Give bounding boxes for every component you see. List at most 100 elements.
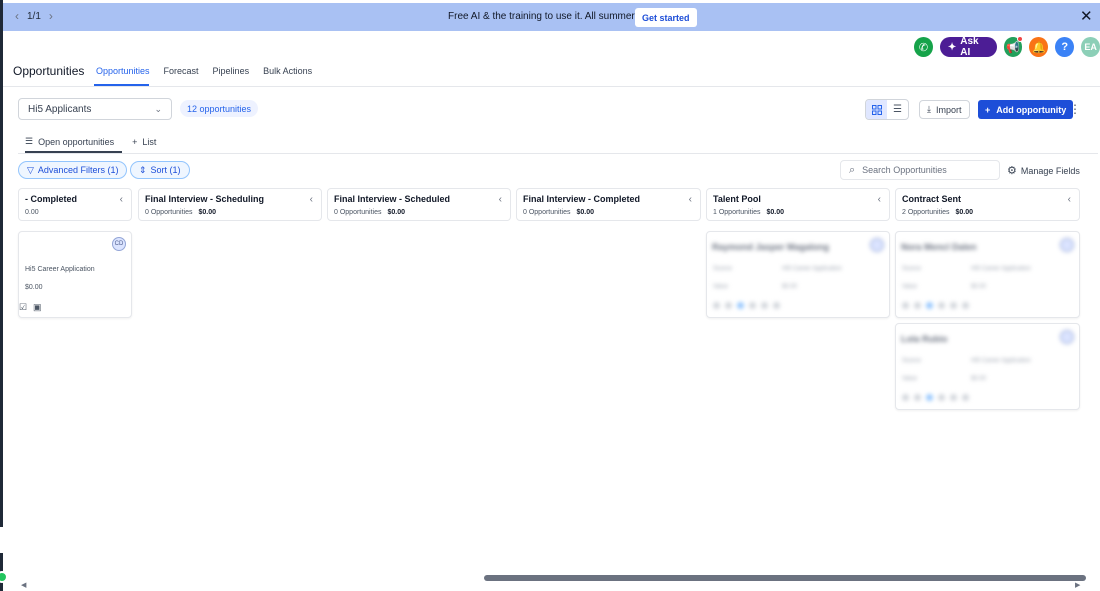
divider: [18, 153, 1098, 154]
ask-ai-button[interactable]: ✦ Ask AI: [939, 36, 997, 58]
stage-count: 1 Opportunities: [713, 209, 761, 216]
search-input[interactable]: ⌕ Search Opportunities: [840, 160, 1000, 180]
get-started-button[interactable]: Get started: [635, 8, 697, 27]
search-icon: ⌕: [849, 163, 856, 176]
sort-button[interactable]: ⇕ Sort (1): [130, 161, 190, 179]
tab-open-opportunities[interactable]: ☰ Open opportunities: [25, 136, 114, 147]
advanced-filters-button[interactable]: ▽ Advanced Filters (1): [18, 161, 128, 179]
collapse-icon[interactable]: ‹: [499, 194, 502, 205]
avatar: CD: [112, 237, 126, 251]
page-tabs: Opportunities Forecast Pipelines Bulk Ac…: [96, 66, 312, 76]
stage-title: Final Interview - Completed: [523, 194, 641, 204]
phone-icon[interactable]: ✆: [914, 37, 933, 57]
add-opportunity-label: Add opportunity: [996, 104, 1067, 115]
plus-icon: +: [132, 136, 138, 147]
stage-amount: $0.00: [766, 209, 785, 216]
open-opportunities-label: Open opportunities: [38, 136, 115, 147]
stage-amount: $0.00: [576, 209, 595, 216]
stage-column-header[interactable]: - Completed 0.00 ‹: [18, 188, 132, 221]
chevron-left-icon[interactable]: ‹: [15, 9, 19, 23]
banner-pager-text: 1/1: [27, 10, 41, 22]
tab-pipelines[interactable]: Pipelines: [213, 66, 250, 76]
help-icon[interactable]: ?: [1055, 37, 1075, 57]
stage-title: Talent Pool: [713, 194, 761, 204]
chevron-right-icon[interactable]: ›: [49, 9, 53, 23]
filter-icon: ▽: [27, 164, 34, 175]
tab-forecast[interactable]: Forecast: [164, 66, 199, 76]
more-options-icon[interactable]: ⋮: [1069, 102, 1081, 116]
tab-bulk-actions[interactable]: Bulk Actions: [263, 66, 312, 76]
tab-opportunities[interactable]: Opportunities: [96, 66, 150, 76]
opportunity-card[interactable]: Lola Rubio Source Hi5 Career Application…: [895, 323, 1080, 410]
stage-column-header[interactable]: Contract Sent 2 Opportunities $0.00 ‹: [895, 188, 1080, 221]
sparkle-icon: ✦: [947, 41, 957, 53]
search-placeholder: Search Opportunities: [862, 165, 947, 175]
stage-count: 0 Opportunities: [334, 209, 382, 216]
opportunity-card[interactable]: Nora Mencl Dalen Source Hi5 Career Appli…: [895, 231, 1080, 318]
promo-banner: ‹ 1/1 › Free AI & the training to use it…: [3, 3, 1100, 31]
sort-label: Sort (1): [150, 165, 181, 175]
stage-title: Final Interview - Scheduled: [334, 194, 451, 204]
banner-message: Free AI & the training to use it. All su…: [448, 11, 660, 22]
manage-fields-button[interactable]: ⚙ Manage Fields: [1007, 164, 1080, 177]
sort-icon: ⇕: [139, 164, 147, 175]
add-opportunity-button[interactable]: + Add opportunity: [978, 100, 1074, 119]
opportunity-card[interactable]: CD Hi5 Career Application $0.00 ☑ ▣: [18, 231, 132, 318]
stage-count: 2 Opportunities: [902, 209, 950, 216]
list-label: List: [142, 136, 157, 147]
stage-amount: $0.00: [955, 209, 974, 216]
import-label: Import: [935, 104, 962, 115]
gear-icon: ⚙: [1007, 165, 1017, 177]
ask-ai-label: Ask AI: [960, 36, 979, 58]
collapse-icon[interactable]: ‹: [689, 194, 692, 205]
card-source: Hi5 Career Application: [25, 266, 95, 273]
advanced-filters-label: Advanced Filters (1): [37, 165, 119, 175]
horizontal-scrollbar[interactable]: [484, 575, 1086, 581]
megaphone-icon[interactable]: 📢: [1003, 36, 1024, 57]
avatar[interactable]: EA: [1081, 37, 1100, 57]
divider: [3, 86, 1100, 87]
stage-count: 0 Opportunities: [523, 209, 571, 216]
page-title: Opportunities: [13, 64, 85, 78]
calendar-icon[interactable]: ▣: [33, 302, 42, 313]
grid-view-icon[interactable]: [866, 100, 887, 119]
collapse-icon[interactable]: ‹: [878, 194, 881, 205]
header-actions: ✆ ✦ Ask AI 📢 🔔 ? EA: [914, 36, 1100, 58]
plus-icon: +: [985, 104, 991, 115]
checkbox-icon[interactable]: ☑: [19, 302, 27, 313]
add-list-tab[interactable]: + List: [132, 136, 156, 147]
card-contact-name: Lola Rubio: [901, 334, 948, 344]
stage-title: - Completed: [25, 194, 78, 204]
collapse-icon[interactable]: ‹: [120, 194, 123, 205]
card-contact-name: Raymond Jasper Magalong: [712, 242, 830, 252]
pipeline-select[interactable]: Hi5 Applicants ⌄: [18, 98, 172, 120]
stage-amount: 0.00: [25, 209, 39, 216]
stage-column-header[interactable]: Final Interview - Scheduled 0 Opportunit…: [327, 188, 511, 221]
collapse-icon[interactable]: ‹: [1068, 194, 1071, 205]
opportunity-count-badge: 12 opportunities: [180, 100, 259, 117]
stage-title: Final Interview - Scheduling: [145, 194, 265, 204]
close-icon[interactable]: ✕: [1080, 7, 1093, 25]
import-button[interactable]: ⤓ Import: [919, 100, 970, 119]
bell-icon[interactable]: 🔔: [1029, 37, 1049, 57]
stage-count: 0 Opportunities: [145, 209, 193, 216]
view-toggle: ☰: [865, 99, 909, 120]
opportunity-card[interactable]: Raymond Jasper Magalong Source Hi5 Caree…: [706, 231, 890, 318]
card-contact-name: Nora Mencl Dalen: [901, 242, 977, 252]
download-icon: ⤓: [927, 104, 931, 114]
stage-column-header[interactable]: Talent Pool 1 Opportunities $0.00 ‹: [706, 188, 890, 221]
status-dot-icon[interactable]: [0, 571, 8, 583]
manage-fields-label: Manage Fields: [1020, 165, 1080, 176]
left-rail: [0, 0, 3, 591]
stage-column-header[interactable]: Final Interview - Completed 0 Opportunit…: [516, 188, 701, 221]
stage-title: Contract Sent: [902, 194, 962, 204]
collapse-icon[interactable]: ‹: [310, 194, 313, 205]
stage-column-header[interactable]: Final Interview - Scheduling 0 Opportuni…: [138, 188, 322, 221]
pipeline-select-value: Hi5 Applicants: [28, 103, 92, 115]
list-view-icon[interactable]: ☰: [887, 100, 908, 119]
scroll-right-icon[interactable]: ▶: [1075, 581, 1080, 589]
card-value: $0.00: [25, 284, 43, 291]
view-subtabs: ☰ Open opportunities + List: [25, 136, 156, 147]
scroll-left-icon[interactable]: ◀: [21, 581, 26, 589]
chevron-down-icon: ⌄: [154, 103, 162, 114]
